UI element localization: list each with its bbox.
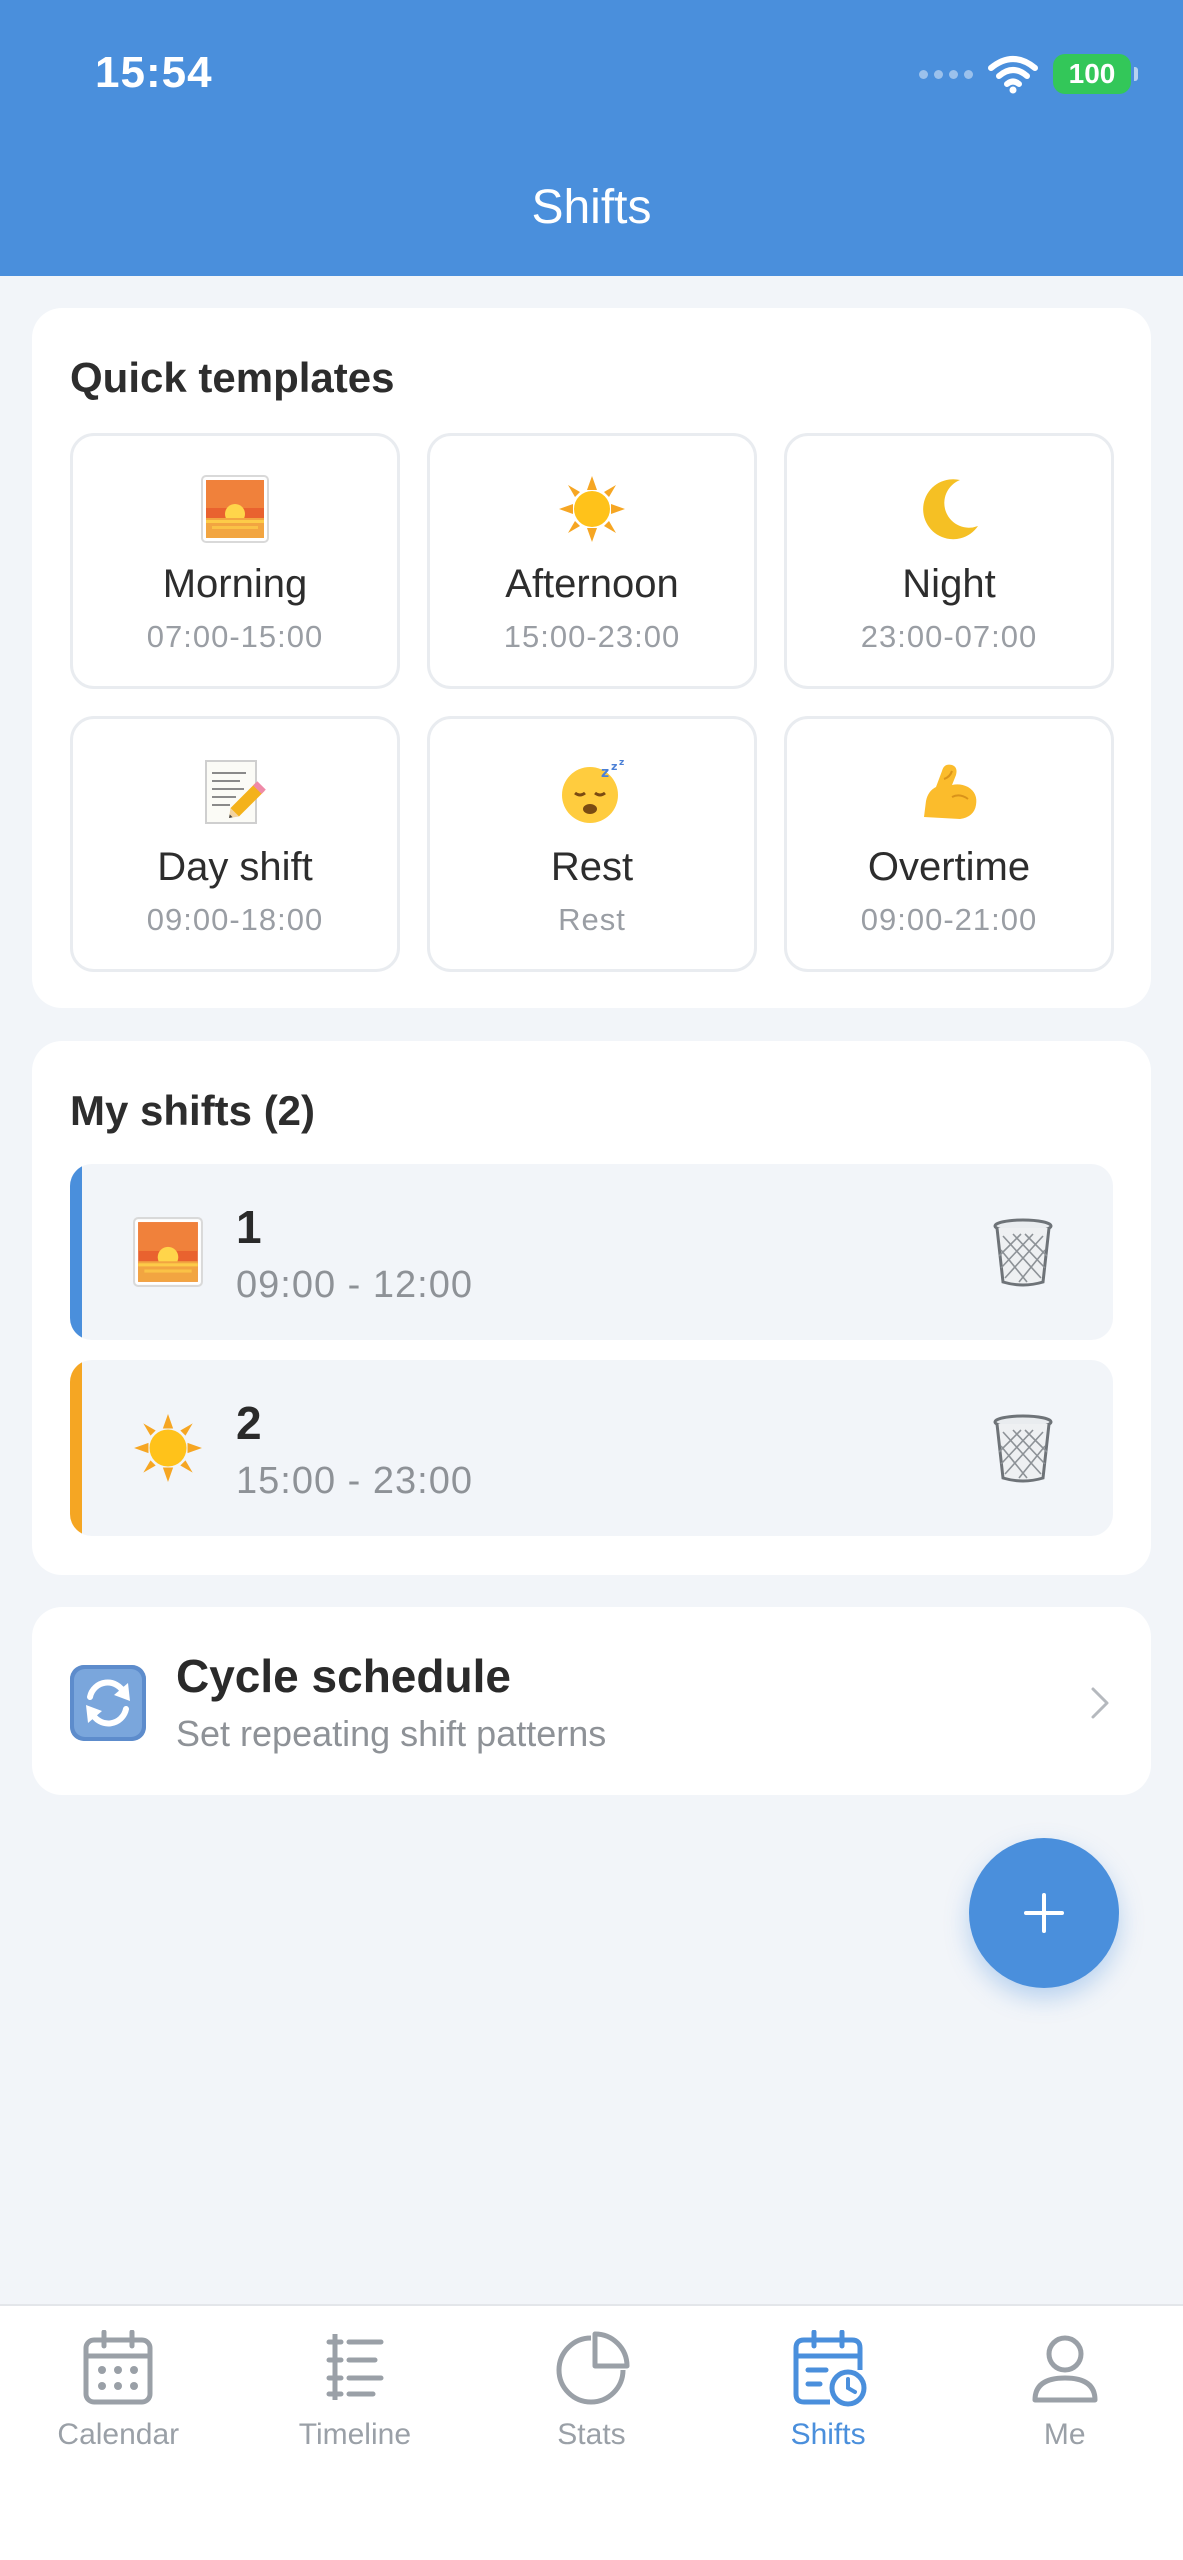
tab-label: Calendar [57,2418,180,2451]
repeat-icon [70,1665,146,1741]
template-overtime[interactable]: Overtime 09:00-21:00 [784,716,1114,972]
status-time: 15:54 [95,48,213,97]
template-time: 23:00-07:00 [860,619,1038,654]
plus-icon [1024,1893,1064,1933]
template-time: 07:00-15:00 [146,619,324,654]
shift-item[interactable]: 2 15:00 - 23:00 [70,1360,1113,1536]
page-title: Shifts [531,181,652,234]
memo-icon [200,757,270,827]
template-name: Morning [162,562,308,606]
add-shift-button[interactable] [969,1838,1119,1988]
template-name: Night [902,562,996,606]
calendar-icon [83,2330,153,2405]
template-time: 15:00-23:00 [503,619,681,654]
sleeping-face-icon [557,757,627,827]
tab-timeline[interactable]: Timeline [237,2306,474,2560]
timeline-icon [326,2334,384,2400]
tab-stats[interactable]: Stats [473,2306,710,2560]
quick-templates-card: Quick templates Morning 07:00-15:00 Afte… [32,308,1151,1008]
shift-color-bar [70,1164,82,1340]
template-time: 09:00-21:00 [860,902,1038,937]
template-time: 09:00-18:00 [146,902,324,937]
template-rest[interactable]: Rest Rest [427,716,757,972]
app-header: 15:54 100 Shifts [0,0,1183,276]
cellular-signal-icon [919,69,973,79]
tab-shifts[interactable]: Shifts [710,2306,947,2560]
template-grid: Morning 07:00-15:00 Afternoon 15:00-23:0… [70,433,1114,972]
pie-chart-icon [557,2331,630,2405]
sun-icon [557,474,627,544]
template-morning[interactable]: Morning 07:00-15:00 [70,433,400,689]
quick-templates-title: Quick templates [70,354,395,401]
template-name: Afternoon [505,562,679,606]
shift-time: 09:00 - 12:00 [236,1264,473,1306]
chevron-right-icon [1091,1687,1109,1719]
tab-label: Me [1043,2418,1086,2451]
trash-icon[interactable] [991,1412,1055,1484]
template-name: Rest [550,845,634,889]
shift-time: 15:00 - 23:00 [236,1460,473,1502]
trash-icon[interactable] [991,1216,1055,1288]
wifi-icon [988,56,1038,94]
shift-color-bar [70,1360,82,1536]
cycle-schedule-title: Cycle schedule [176,1650,511,1702]
sun-icon [132,1412,204,1484]
user-icon [1032,2335,1098,2403]
sunrise-icon [132,1216,204,1288]
shift-item[interactable]: 1 09:00 - 12:00 [70,1164,1113,1340]
cycle-schedule-row[interactable]: Cycle schedule Set repeating shift patte… [32,1607,1151,1795]
template-time: Rest [558,902,626,937]
my-shifts-card: My shifts (2) 1 09:00 - 12:00 2 15:00 - … [32,1041,1151,1575]
sunrise-icon [200,474,270,544]
tab-label: Stats [557,2418,626,2451]
template-afternoon[interactable]: Afternoon 15:00-23:00 [427,433,757,689]
flexed-biceps-icon [914,757,984,827]
bottom-tab-bar: Calendar Timeline Stats Shifts Me [0,2304,1183,2560]
tab-calendar[interactable]: Calendar [0,2306,237,2560]
crescent-moon-icon [914,474,984,544]
shift-name: 2 [236,1397,262,1449]
template-name: Day shift [157,845,313,889]
template-day-shift[interactable]: Day shift 09:00-18:00 [70,716,400,972]
template-name: Overtime [867,845,1031,889]
cycle-schedule-subtitle: Set repeating shift patterns [176,1713,607,1754]
tab-me[interactable]: Me [946,2306,1183,2560]
template-night[interactable]: Night 23:00-07:00 [784,433,1114,689]
shift-name: 1 [236,1201,262,1253]
battery-icon: 100 [1053,54,1138,94]
calendar-clock-icon [793,2330,867,2407]
my-shifts-title: My shifts (2) [70,1087,316,1134]
tab-label: Timeline [298,2418,412,2451]
status-indicators: 100 [919,52,1138,96]
tab-label: Shifts [790,2418,866,2451]
